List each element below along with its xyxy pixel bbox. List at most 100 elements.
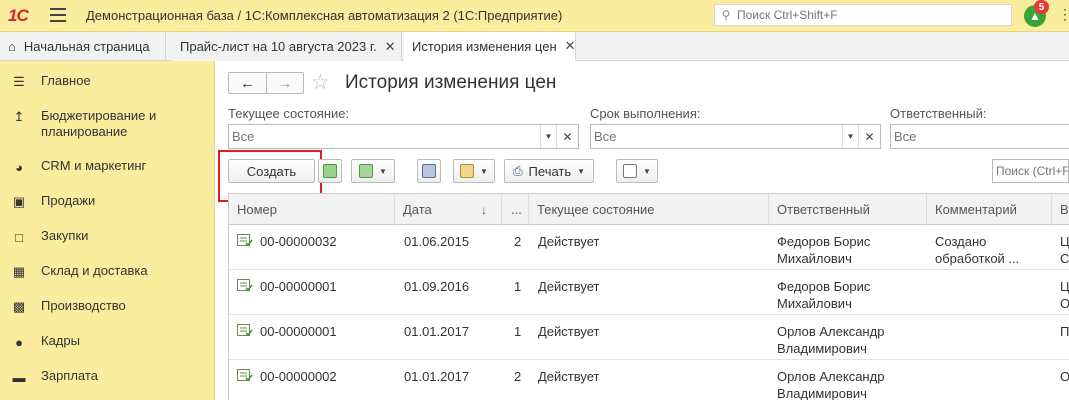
sidebar-item-purchases[interactable]: □ Закупки [0,228,215,245]
sidebar-item-label: Зарплата [41,368,98,383]
column-header-line[interactable]: ... [502,194,529,225]
report-icon [623,164,638,178]
tab-price-history[interactable]: История изменения цен ✕ [404,32,576,62]
main-menu-icon[interactable] [50,8,66,22]
deadline-filter-field[interactable]: ▼ ✕ [590,124,881,149]
app-logo[interactable]: 1С [8,6,42,26]
table-row[interactable]: 00-00000001 01.01.2017 1 Действует Орлов… [229,315,1069,360]
add-document-icon [323,164,337,178]
cell-state: Действует [538,324,600,339]
column-header-state[interactable]: Текущее состояние [529,194,769,225]
create-from-button[interactable]: ▼ [351,159,395,183]
sidebar-item-warehouse[interactable]: ▦ Склад и доставка [0,263,215,280]
dropdown-arrow-icon[interactable]: ▼ [540,125,556,148]
global-search[interactable]: ⚲ [714,4,1012,26]
table-row[interactable]: 00-00000032 01.06.2015 2 Действует Федор… [229,225,1069,270]
column-title: Номер [237,202,278,217]
notifications-badge: 5 [1034,0,1049,14]
structure-button[interactable] [417,159,441,183]
sidebar-item-label: Склад и доставка [41,263,148,278]
cell-date: 01.01.2017 [404,369,470,384]
column-header-v[interactable]: В [1052,194,1069,225]
column-header-comment[interactable]: Комментарий [927,194,1052,225]
reports-button[interactable]: ▼ [616,159,658,183]
sidebar-item-crm[interactable]: ◕ CRM и маркетинг [0,158,215,175]
column-title: Дата [403,202,432,217]
cell-line: 1 [514,324,522,339]
column-header-responsible[interactable]: Ответственный [769,194,927,225]
tab-price-list[interactable]: Прайс-лист на 10 августа 2023 г. ✕ [172,32,402,61]
sidebar-item-label: CRM и маркетинг [41,158,147,173]
attachments-button[interactable]: ▼ [453,159,495,183]
create-based-on-button[interactable] [318,159,342,183]
pie-chart-icon: ◕ [15,159,23,175]
column-header-date[interactable]: Дата ↓ [395,194,502,225]
column-title: В [1060,202,1069,217]
cell-responsible-line1: Орлов Александр [777,324,885,339]
column-title: Комментарий [935,202,1017,217]
sidebar-item-main[interactable]: ☰ Главное [0,73,215,90]
cell-responsible-line2: Владимирович [777,341,867,356]
logo-text: 1С [8,6,29,25]
cell-number: 00-00000001 [260,324,337,339]
factory-icon: ▩ [12,299,26,314]
cell-date: 01.06.2015 [404,234,470,249]
person-icon: ● [15,334,23,350]
responsible-filter-input[interactable] [891,125,1061,148]
close-tab-icon[interactable]: ✕ [385,39,396,55]
sidebar-item-salary[interactable]: ▬ Зарплата [0,368,215,385]
history-nav: ← → [228,72,304,94]
sidebar-item-budgeting[interactable]: ↥ Бюджетирование и планирование [0,108,215,140]
tab-home[interactable]: ⌂ Начальная страница [0,32,166,61]
cell-v-line1: Ц [1060,234,1069,249]
cell-state: Действует [538,279,600,294]
state-filter-input[interactable] [229,125,534,148]
favorite-star-icon[interactable]: ☆ [311,70,330,95]
cell-responsible-line1: Федоров Борис [777,279,871,294]
menu-lines-icon: ☰ [13,74,25,89]
cell-responsible-line2: Михайлович [777,251,852,266]
table-row[interactable]: 00-00000001 01.09.2016 1 Действует Федор… [229,270,1069,315]
responsible-filter-field[interactable] [890,124,1069,149]
column-header-number[interactable]: Номер [229,194,395,225]
back-arrow-icon[interactable]: ← [229,73,266,93]
cell-responsible-line1: Орлов Александр [777,369,885,384]
clear-icon[interactable]: ✕ [556,125,578,148]
column-title: ... [511,202,522,217]
cell-v-line1: О [1060,368,1069,385]
shopping-cart-icon: □ [15,229,23,245]
table-search-field[interactable] [992,159,1069,183]
sidebar-item-label: Продажи [41,193,96,208]
sidebar-item-production[interactable]: ▩ Производство [0,298,215,315]
cell-date: 01.09.2016 [404,279,470,294]
sidebar-item-hr[interactable]: ● Кадры [0,333,215,350]
more-icon[interactable]: ⋮ [1058,6,1069,23]
print-label: Печать [528,163,572,179]
clear-icon[interactable]: ✕ [858,125,880,148]
document-list-icon [422,164,436,178]
sidebar-item-label: Кадры [41,333,80,348]
sort-down-arrow-icon: ↓ [481,202,487,217]
forward-arrow-icon[interactable]: → [265,73,303,93]
cell-number: 00-00000032 [260,234,337,249]
chevron-down-icon: ▼ [577,166,586,176]
state-filter-field[interactable]: ▼ ✕ [228,124,579,149]
chevron-down-icon: ▼ [480,166,488,176]
state-filter-label: Текущее состояние: [228,106,350,121]
tab-label: Прайс-лист на 10 августа 2023 г. [180,39,377,54]
document-posted-icon [237,234,253,247]
printer-icon: ⎙ [512,163,523,178]
cell-v-line2: С [1060,251,1069,266]
close-tab-icon[interactable]: ✕ [565,38,576,54]
table-row[interactable]: 00-00000002 01.01.2017 2 Действует Орлов… [229,360,1069,400]
global-search-input[interactable] [737,8,997,22]
dropdown-arrow-icon[interactable]: ▼ [842,125,858,148]
cell-responsible-line1: Федоров Борис [777,234,871,249]
sidebar-item-sales[interactable]: ▣ Продажи [0,193,215,210]
shopping-bag-icon: ▣ [12,194,26,209]
deadline-filter-input[interactable] [591,125,836,148]
table-search-input[interactable] [993,160,1068,182]
title-bar: 1С Демонстрационная база / 1С:Комплексна… [0,0,1069,32]
print-button[interactable]: ⎙ Печать ▼ [504,159,594,183]
cell-number: 00-00000002 [260,369,337,384]
